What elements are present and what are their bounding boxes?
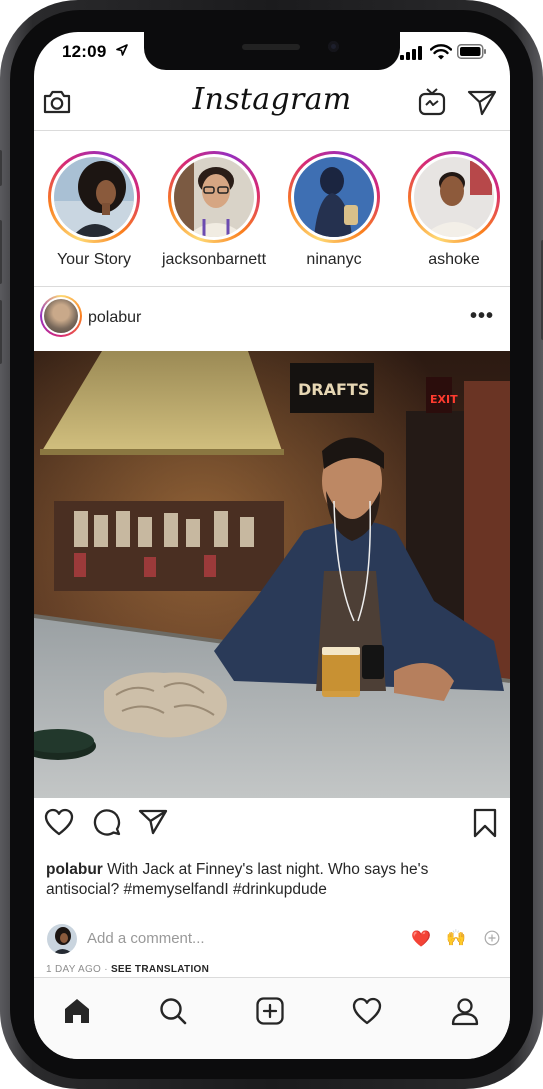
profile-icon[interactable] xyxy=(450,996,480,1026)
post-actions xyxy=(34,798,510,850)
screen: 12:09 Instagram Your Story jacksonbarnet… xyxy=(34,32,510,1059)
story-avatar xyxy=(54,157,134,237)
activity-heart-icon[interactable] xyxy=(352,996,382,1026)
story-label: ninanyc xyxy=(306,251,362,268)
see-translation-link[interactable]: SEE TRANSLATION xyxy=(111,964,209,975)
wifi-icon xyxy=(430,44,452,60)
drafts-sign: DRAFTS xyxy=(298,380,369,399)
mute-switch xyxy=(0,150,2,186)
volume-down-button xyxy=(0,300,2,364)
story-label: Your Story xyxy=(56,251,132,268)
status-bar: 12:09 xyxy=(34,32,510,76)
volume-up-button xyxy=(0,220,2,284)
battery-icon xyxy=(457,44,486,59)
add-reaction-icon[interactable] xyxy=(484,930,500,946)
add-post-icon[interactable] xyxy=(255,996,285,1026)
bottom-tab-bar xyxy=(34,977,510,1059)
story-ninanyc[interactable]: ninanyc xyxy=(274,151,394,269)
direct-send-icon[interactable] xyxy=(467,89,497,117)
post-photo-image: DRAFTS EXIT xyxy=(34,351,510,798)
more-options-button[interactable]: ••• xyxy=(470,305,494,328)
exit-sign: EXIT xyxy=(430,393,458,406)
post-photo[interactable]: DRAFTS EXIT xyxy=(34,351,510,798)
story-avatar xyxy=(294,157,374,237)
post-header: polabur ••• xyxy=(34,287,510,350)
location-arrow-icon xyxy=(116,44,128,56)
caption-username[interactable]: polabur xyxy=(46,861,103,878)
story-ring xyxy=(48,151,140,243)
comment-input[interactable]: Add a comment... xyxy=(87,930,205,947)
stories-tray: Your Story jacksonbarnett ninanyc ashoke xyxy=(34,131,510,287)
add-comment-row: Add a comment... ❤️ 🙌 xyxy=(34,922,510,962)
status-time: 12:09 xyxy=(62,42,107,61)
home-icon[interactable] xyxy=(62,996,92,1026)
post-time-ago: 1 DAY AGO xyxy=(46,964,102,975)
story-your-story[interactable]: Your Story xyxy=(34,151,154,269)
story-ring xyxy=(408,151,500,243)
quick-reaction-raised-hands[interactable]: 🙌 xyxy=(446,928,466,948)
story-label: jacksonbarnett xyxy=(161,251,267,268)
story-ashoke[interactable]: ashoke xyxy=(394,151,510,269)
cellular-signal-icon xyxy=(400,46,422,60)
share-icon[interactable] xyxy=(138,808,168,836)
heart-icon[interactable] xyxy=(44,808,74,836)
story-avatar xyxy=(174,157,254,237)
story-ring xyxy=(168,151,260,243)
story-label: ashoke xyxy=(428,251,480,268)
bookmark-icon[interactable] xyxy=(472,808,498,838)
post-author-avatar[interactable] xyxy=(40,295,82,337)
comment-icon[interactable] xyxy=(92,808,122,836)
post-meta: 1 DAY AGO · SEE TRANSLATION xyxy=(46,964,209,975)
meta-separator: · xyxy=(101,964,111,975)
caption-text: With Jack at Finney's last night. Who sa… xyxy=(46,861,429,898)
igtv-icon[interactable] xyxy=(418,87,446,117)
search-icon[interactable] xyxy=(158,996,188,1026)
post-caption: polabur With Jack at Finney's last night… xyxy=(46,860,496,900)
story-avatar xyxy=(414,157,494,237)
story-jacksonbarnett[interactable]: jacksonbarnett xyxy=(154,151,274,269)
phone-frame: 12:09 Instagram Your Story jacksonbarnet… xyxy=(0,0,543,1089)
quick-reaction-heart[interactable]: ❤️ xyxy=(411,929,431,949)
my-avatar xyxy=(47,924,77,954)
story-ring xyxy=(288,151,380,243)
app-header: Instagram xyxy=(34,76,510,131)
post-username[interactable]: polabur xyxy=(88,309,141,327)
